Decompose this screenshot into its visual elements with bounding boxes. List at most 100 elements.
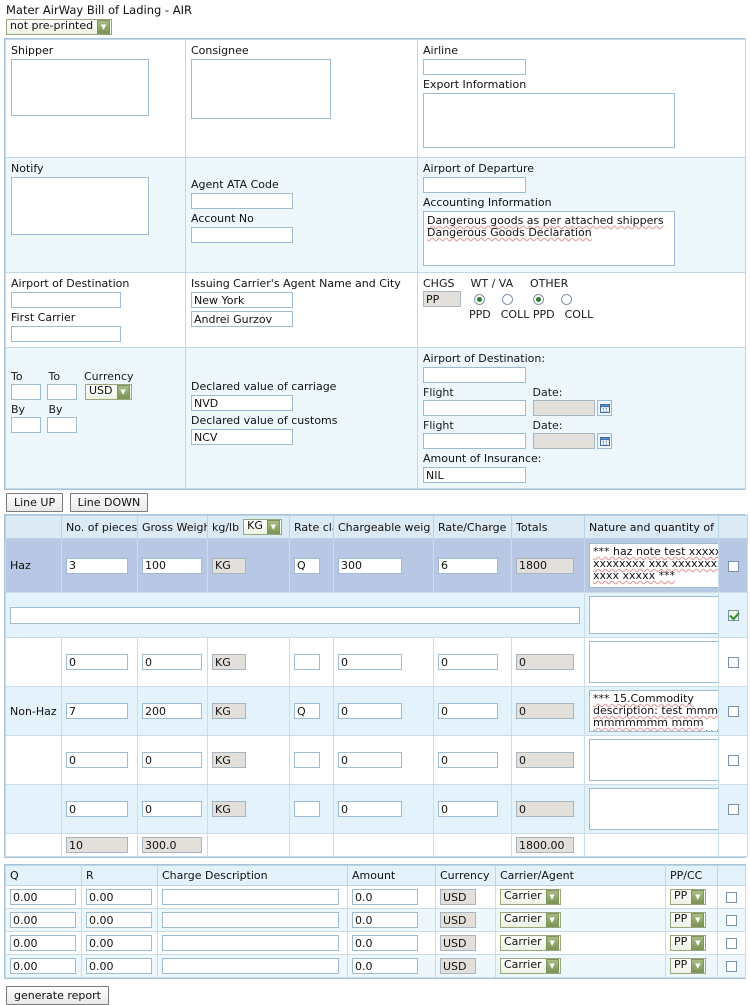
flight2-input[interactable]	[423, 433, 526, 449]
chgs-input[interactable]	[423, 291, 461, 307]
by2-input[interactable]	[46, 417, 77, 433]
line-down-button[interactable]: Line DOWN	[69, 493, 149, 512]
currency-select[interactable]: USD ▼	[85, 384, 132, 400]
goods-nature-input[interactable]: *** 15.Commodity description: test mmm m…	[589, 690, 718, 732]
goods-rate-class-input[interactable]	[294, 557, 320, 574]
flight1-input[interactable]	[423, 400, 526, 416]
goods-rate-charge-input[interactable]	[438, 752, 498, 768]
date1-input[interactable]	[532, 400, 595, 416]
goods-chargeable-weight-input[interactable]	[338, 752, 402, 768]
calendar-icon[interactable]: 11	[597, 400, 612, 416]
charges-q-input[interactable]	[10, 958, 76, 974]
goods-row-checkbox[interactable]	[727, 755, 739, 766]
charges-amount-input[interactable]	[352, 889, 418, 905]
goods-gross-weight-input[interactable]	[142, 752, 202, 768]
agent-ata-code-input[interactable]	[191, 193, 293, 209]
charges-row-checkbox[interactable]	[726, 915, 737, 926]
goods-rate-charge-input[interactable]	[438, 801, 498, 817]
charges-row-checkbox[interactable]	[726, 892, 737, 903]
charges-amount-input[interactable]	[352, 935, 418, 951]
goods-pieces-input[interactable]	[66, 752, 128, 768]
charges-q-input[interactable]	[10, 889, 76, 905]
goods-pieces-input[interactable]	[66, 703, 128, 719]
wt-ppd-radio[interactable]	[474, 293, 485, 305]
charges-carrier-select[interactable]: Carrier ▼	[500, 935, 561, 951]
airport-of-destination2-input[interactable]	[423, 367, 526, 383]
goods-rate-charge-input[interactable]	[438, 703, 498, 719]
first-carrier-input[interactable]	[11, 326, 121, 342]
charges-description-input[interactable]	[162, 889, 339, 905]
shipper-input[interactable]	[11, 59, 149, 116]
charges-amount-input[interactable]	[352, 912, 418, 928]
goods-rate-charge-input[interactable]	[438, 557, 498, 574]
charges-r-input[interactable]	[86, 912, 152, 928]
airport-of-destination-input[interactable]	[11, 292, 121, 308]
date2-input[interactable]	[532, 433, 595, 449]
export-information-input[interactable]	[423, 93, 675, 148]
charges-description-input[interactable]	[162, 935, 339, 951]
accounting-information-input[interactable]: Dangerous goods as per attached shippers…	[423, 211, 675, 266]
charges-description-input[interactable]	[162, 958, 339, 974]
issuing-carrier-city-input[interactable]	[191, 292, 293, 308]
airline-input[interactable]	[423, 59, 526, 75]
goods-gross-weight-input[interactable]	[142, 654, 202, 670]
issuing-carrier-name-input[interactable]	[191, 311, 293, 327]
charges-row-checkbox[interactable]	[726, 961, 737, 972]
goods-rate-class-input[interactable]	[294, 703, 320, 719]
charges-description-input[interactable]	[162, 912, 339, 928]
notify-input[interactable]	[11, 177, 149, 235]
calendar-icon[interactable]: 11	[597, 433, 612, 449]
charges-r-input[interactable]	[86, 958, 152, 974]
goods-gross-weight-input[interactable]	[142, 801, 202, 817]
print-mode-select[interactable]: not pre-printed ▼	[6, 19, 113, 35]
goods-chargeable-weight-input[interactable]	[338, 557, 402, 574]
charges-carrier-select[interactable]: Carrier ▼	[500, 889, 561, 905]
charges-amount-input[interactable]	[352, 958, 418, 974]
goods-row-checkbox[interactable]	[727, 804, 739, 815]
goods-rate-class-input[interactable]	[294, 654, 320, 670]
by1-input[interactable]	[11, 417, 41, 433]
goods-nature-input[interactable]	[589, 596, 718, 634]
other-ppd-radio[interactable]	[533, 293, 544, 305]
goods-nature-input[interactable]	[589, 739, 718, 781]
goods-nature-input[interactable]	[589, 788, 718, 830]
goods-rate-class-input[interactable]	[294, 752, 320, 768]
declared-carriage-input[interactable]	[191, 395, 293, 411]
goods-rate-charge-input[interactable]	[438, 654, 498, 670]
airport-of-departure-input[interactable]	[423, 177, 526, 193]
kglb-select[interactable]: KG ▼	[243, 519, 282, 535]
account-no-input[interactable]	[191, 227, 293, 243]
goods-row-checkbox[interactable]	[727, 706, 739, 717]
goods-gross-weight-input[interactable]	[142, 703, 202, 719]
goods-pieces-input[interactable]	[66, 557, 128, 574]
goods-chargeable-weight-input[interactable]	[338, 801, 402, 817]
goods-chargeable-weight-input[interactable]	[338, 654, 402, 670]
charges-r-input[interactable]	[86, 889, 152, 905]
declared-customs-input[interactable]	[191, 429, 293, 445]
charges-q-input[interactable]	[10, 912, 76, 928]
charges-row-checkbox[interactable]	[726, 938, 737, 949]
charges-r-input[interactable]	[86, 935, 152, 951]
to1-input[interactable]	[11, 384, 41, 400]
goods-chargeable-weight-input[interactable]	[338, 703, 402, 719]
wt-coll-radio[interactable]	[502, 293, 513, 305]
goods-gross-weight-input[interactable]	[142, 557, 202, 574]
charges-ppcc-select[interactable]: PP ▼	[670, 958, 707, 974]
goods-nature-input[interactable]	[589, 641, 718, 683]
generate-report-button[interactable]: generate report	[6, 986, 109, 1005]
charges-ppcc-select[interactable]: PP ▼	[670, 935, 707, 951]
charges-ppcc-select[interactable]: PP ▼	[670, 912, 707, 928]
other-coll-radio[interactable]	[561, 293, 572, 305]
goods-pieces-input[interactable]	[66, 654, 128, 670]
amount-of-insurance-input[interactable]	[423, 467, 526, 483]
line-up-button[interactable]: Line UP	[6, 493, 64, 512]
goods-pieces-input[interactable]	[66, 801, 128, 817]
goods-nature-input[interactable]: *** haz note test xxxx xxxxx xxx xxx xx xxx…	[589, 543, 718, 588]
goods-row-checkbox[interactable]	[727, 610, 739, 621]
goods-row-checkbox[interactable]	[727, 560, 739, 572]
goods-rate-class-input[interactable]	[294, 801, 320, 817]
charges-ppcc-select[interactable]: PP ▼	[670, 889, 707, 905]
consignee-input[interactable]	[191, 59, 331, 119]
goods-row-checkbox[interactable]	[727, 657, 739, 668]
charges-carrier-select[interactable]: Carrier ▼	[500, 912, 561, 928]
